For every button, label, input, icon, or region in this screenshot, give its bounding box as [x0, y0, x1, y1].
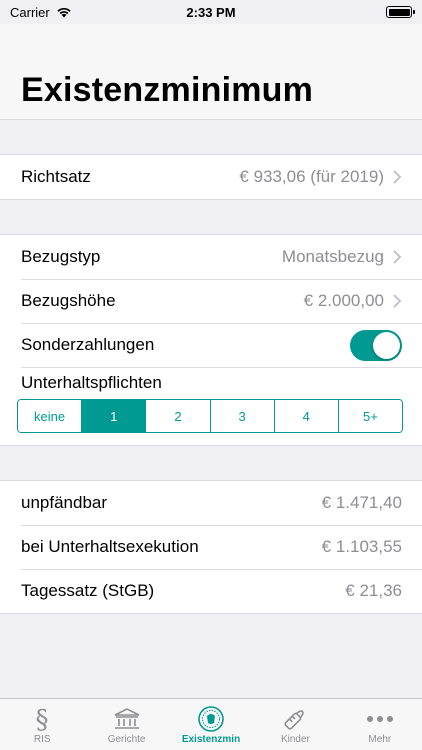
amount-value: € 2.000,00 [303, 291, 384, 310]
tab-label: Kinder [280, 734, 310, 745]
result-label: unpfändbar [21, 493, 108, 512]
rate-row[interactable]: Richtsatz € 933,06 (für 2019) [0, 155, 422, 199]
segment-1[interactable]: 1 [81, 400, 146, 432]
result-value: € 1.103,55 [321, 537, 402, 556]
tab-ris[interactable]: § RIS [0, 699, 84, 750]
more-icon [366, 705, 394, 733]
result-row: Tagessatz (StGB) € 21,36 [0, 569, 422, 613]
results-section: unpfändbar € 1.471,40 bei Unterhaltsexek… [0, 480, 422, 614]
seal-icon [197, 705, 225, 733]
tab-label: Mehr [368, 734, 392, 745]
amount-row[interactable]: Bezugshöhe € 2.000,00 [0, 279, 422, 323]
tab-mehr[interactable]: Mehr [338, 699, 422, 750]
rate-section: Richtsatz € 933,06 (für 2019) [0, 154, 422, 200]
paragraph-icon: § [32, 705, 52, 733]
wifi-icon [57, 7, 71, 18]
segment-5-plus[interactable]: 5+ [337, 400, 402, 432]
chevron-right-icon [393, 170, 402, 184]
result-label: bei Unterhaltsexekution [21, 537, 199, 556]
chevron-right-icon [393, 294, 402, 308]
segment-none[interactable]: keine [18, 400, 82, 432]
tab-bar: § RIS Gerichte Existenzmin Kinder Mehr [0, 698, 422, 750]
type-label: Bezugstyp [21, 247, 101, 266]
rate-label: Richtsatz [21, 167, 91, 186]
status-left: Carrier [10, 5, 72, 20]
segment-3[interactable]: 3 [209, 400, 274, 432]
amount-label: Bezugshöhe [21, 291, 116, 310]
battery-icon [386, 6, 415, 18]
obligations-label: Unterhaltspflichten [21, 373, 162, 392]
result-value: € 1.471,40 [321, 493, 402, 512]
result-value: € 21,36 [345, 581, 402, 600]
extras-row: Sonderzahlungen [0, 323, 422, 367]
obligations-row: Unterhaltspflichten keine 1 2 3 4 5+ [0, 367, 422, 445]
result-label: Tagessatz (StGB) [21, 581, 155, 600]
tab-existenzmin[interactable]: Existenzmin [169, 699, 253, 750]
rate-value: € 933,06 (für 2019) [239, 167, 384, 186]
type-value: Monatsbezug [281, 247, 384, 266]
tab-label: Gerichte [107, 734, 146, 745]
navigation-bar: Existenzminimum [0, 24, 422, 120]
tab-gerichte[interactable]: Gerichte [84, 699, 168, 750]
baby-bottle-icon [281, 705, 309, 733]
status-bar: Carrier 2:33 PM [0, 0, 422, 24]
segment-2[interactable]: 2 [145, 400, 210, 432]
extras-toggle[interactable] [350, 329, 402, 361]
result-row: bei Unterhaltsexekution € 1.103,55 [0, 525, 422, 569]
carrier-label: Carrier [10, 4, 50, 20]
result-row: unpfändbar € 1.471,40 [0, 481, 422, 525]
toggle-knob [373, 331, 400, 359]
tab-label: RIS [33, 734, 51, 745]
extras-label: Sonderzahlungen [21, 335, 155, 354]
obligations-segmented-control: keine 1 2 3 4 5+ [17, 399, 403, 433]
settings-section: Bezugstyp Monatsbezug Bezugshöhe € 2.000… [0, 234, 422, 446]
page-title: Existenzminimum [21, 71, 314, 109]
type-row[interactable]: Bezugstyp Monatsbezug [0, 235, 422, 279]
tab-label: Existenzmin [181, 734, 241, 745]
tab-kinder[interactable]: Kinder [253, 699, 337, 750]
segment-4[interactable]: 4 [273, 400, 338, 432]
svg-text:§: § [36, 705, 49, 733]
courthouse-icon [113, 705, 141, 733]
chevron-right-icon [393, 250, 402, 264]
